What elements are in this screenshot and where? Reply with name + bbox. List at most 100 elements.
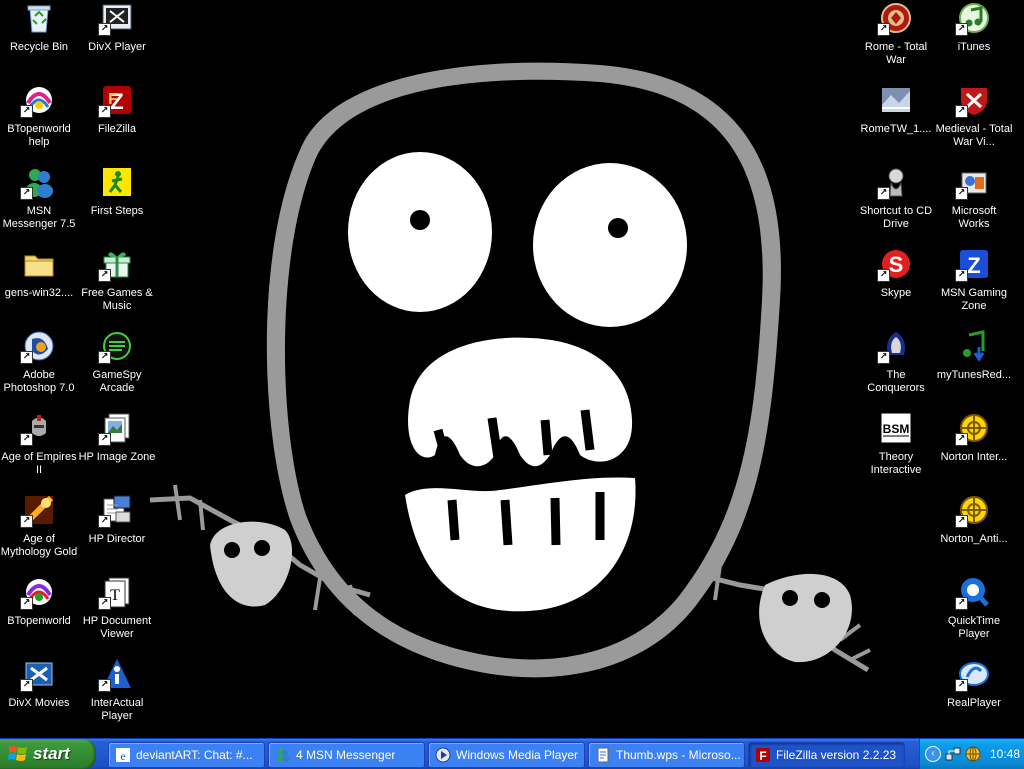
desktop-icon-label: Rome - Total War <box>864 41 928 66</box>
task-label: FileZilla version 2.2.23 <box>776 748 897 762</box>
clock[interactable]: 10:48 <box>990 747 1020 761</box>
svg-text:BSM: BSM <box>883 422 910 436</box>
msn-messenger-icon <box>275 747 291 763</box>
rometw-patch-icon <box>879 83 913 117</box>
desktop-icon-label: Medieval - Total War Vi... <box>935 123 1013 148</box>
network-icon[interactable] <box>945 746 961 762</box>
shortcut-arrow-icon: ↗ <box>955 23 968 36</box>
desktop-icon-filezilla[interactable]: Z F ↗ FileZilla <box>78 82 156 162</box>
works-doc-icon <box>595 747 611 763</box>
desktop-icon-microsoft-works[interactable]: ↗ Microsoft Works <box>935 164 1013 244</box>
desktop-icon-label: DivX Movies <box>8 697 70 709</box>
shortcut-arrow-icon: ↗ <box>955 187 968 200</box>
shortcut-arrow-icon: ↗ <box>955 269 968 282</box>
desktop-icon-norton-inter[interactable]: ↗ Norton Inter... <box>935 410 1013 490</box>
desktop-icon-medieval-total-war-vi[interactable]: ↗ Medieval - Total War Vi... <box>935 82 1013 162</box>
shortcut-arrow-icon: ↗ <box>955 515 968 528</box>
desktop-icon-label: Theory Interactive <box>870 451 922 476</box>
photoshop-icon: ↗ <box>20 329 56 364</box>
desktop-icon-age-of-empires-ii[interactable]: ↗ Age of Empires II <box>0 410 78 490</box>
shortcut-arrow-icon: ↗ <box>877 187 890 200</box>
show-hidden-icons-chevron-icon[interactable]: ‹ <box>925 746 941 762</box>
desktop-icon-quicktime-player[interactable]: ↗ QuickTime Player <box>935 574 1013 654</box>
desktop-icon-divx-movies[interactable]: ↗ DivX Movies <box>0 656 78 736</box>
desktop-icon-msn-gaming-zone[interactable]: Z ↗ MSN Gaming Zone <box>935 246 1013 326</box>
desktop-icon-rometw-1[interactable]: RomeTW_1.... <box>857 82 935 162</box>
desktop-icon-the-conquerors[interactable]: ↗ The Conquerors <box>857 328 935 408</box>
desktop-icon-hp-image-zone[interactable]: ↗ HP Image Zone <box>78 410 156 490</box>
desktop-icon-label: BTopenworld help <box>7 123 71 148</box>
desktop-icon-interactual-player[interactable]: ↗ InterActual Player <box>78 656 156 736</box>
first-steps-icon <box>100 165 134 199</box>
shortcut-arrow-icon: ↗ <box>955 679 968 692</box>
desktop-icon-realplayer[interactable]: ↗ RealPlayer <box>935 656 1013 736</box>
desktop-icon-theory-interactive[interactable]: BSM Theory Interactive <box>857 410 935 490</box>
globe-icon[interactable] <box>965 746 981 762</box>
btopenworld-icon: ↗ <box>20 575 56 610</box>
desktop-icon-label: QuickTime Player <box>947 615 1001 640</box>
hp-director-icon: ↗ <box>98 493 134 528</box>
desktop-icon-label: HP Director <box>88 533 146 545</box>
desktop-icon-gamespy-arcade[interactable]: ↗ GameSpy Arcade <box>78 328 156 408</box>
microsoft-works-icon: ↗ <box>955 165 991 200</box>
shortcut-arrow-icon: ↗ <box>20 105 33 118</box>
shortcut-arrow-icon: ↗ <box>955 105 968 118</box>
desktop-icon-label: MSN Messenger 7.5 <box>2 205 76 230</box>
desktop-icon-norton-anti[interactable]: ↗ Norton_Anti... <box>935 492 1013 572</box>
desktop-icon-label: First Steps <box>90 205 144 217</box>
norton-icon: ↗ <box>955 493 991 528</box>
age-of-empires-icon: ↗ <box>20 411 56 446</box>
desktop-icon-shortcut-to-cd-drive[interactable]: ↗ Shortcut to CD Drive <box>857 164 935 244</box>
desktop-icon-skype[interactable]: S ↗ Skype <box>857 246 935 326</box>
desktop-icon-free-games-music[interactable]: ↗ Free Games & Music <box>78 246 156 326</box>
desktop-icon-label: Age of Empires II <box>1 451 77 476</box>
shortcut-arrow-icon: ↗ <box>20 187 33 200</box>
desktop[interactable]: Recycle Bin ↗ BTopenworld help ↗ MSN Messeng… <box>0 0 1024 738</box>
bsm-icon: BSM <box>879 411 913 445</box>
system-tray: ‹ 10:48 <box>919 739 1024 769</box>
task-button-works-document[interactable]: Thumb.wps - Microso... <box>588 742 745 768</box>
age-of-mythology-icon: ↗ <box>20 493 56 528</box>
desktop-icon-gens-win32[interactable]: gens-win32.... <box>0 246 78 326</box>
desktop-icon-label: Shortcut to CD Drive <box>859 205 933 230</box>
folder-icon <box>22 247 56 281</box>
desktop-icon-label: Recycle Bin <box>9 41 69 53</box>
hp-image-zone-icon: ↗ <box>98 411 134 446</box>
desktop-icon-mytunesred[interactable]: myTunesRed... <box>935 328 1013 408</box>
shortcut-arrow-icon: ↗ <box>98 269 111 282</box>
desktop-icon-label: Norton_Anti... <box>940 533 1008 545</box>
task-label: deviantART: Chat: #... <box>136 748 253 762</box>
task-button-msn-messenger[interactable]: 4 MSN Messenger <box>268 742 425 768</box>
shortcut-arrow-icon: ↗ <box>98 105 111 118</box>
shortcut-arrow-icon: ↗ <box>877 23 890 36</box>
svg-text:F: F <box>759 749 766 763</box>
quicktime-icon: ↗ <box>955 575 991 610</box>
desktop-icon-btopenworld[interactable]: ↗ BTopenworld <box>0 574 78 654</box>
desktop-icon-hp-document-viewer[interactable]: T ↗ HP Document Viewer <box>78 574 156 654</box>
windows-logo-icon <box>8 746 27 761</box>
task-label: Windows Media Player <box>456 748 579 762</box>
desktop-icon-age-of-mythology-gold[interactable]: ↗ Age of Mythology Gold <box>0 492 78 572</box>
desktop-icon-itunes[interactable]: ↗ iTunes <box>935 0 1013 80</box>
skype-icon: S ↗ <box>877 247 913 282</box>
svg-text:e: e <box>120 749 125 763</box>
desktop-icon-rome-total-war[interactable]: ↗ Rome - Total War <box>857 0 935 80</box>
desktop-icon-label: HP Image Zone <box>78 451 156 463</box>
desktop-icon-label: Microsoft Works <box>951 205 997 230</box>
desktop-icon-label: BTopenworld <box>7 615 71 627</box>
desktop-icon-hp-director[interactable]: ↗ HP Director <box>78 492 156 572</box>
desktop-icon-btopenworld-help[interactable]: ↗ BTopenworld help <box>0 82 78 162</box>
desktop-icon-recycle-bin[interactable]: Recycle Bin <box>0 0 78 80</box>
desktop-icon-adobe-photoshop-7-0[interactable]: ↗ Adobe Photoshop 7.0 <box>0 328 78 408</box>
desktop-icon-label: The Conquerors <box>867 369 925 394</box>
task-button-deviantart[interactable]: e deviantART: Chat: #... <box>108 742 265 768</box>
task-button-media-player[interactable]: Windows Media Player <box>428 742 585 768</box>
filezilla-icon: F <box>755 747 771 763</box>
task-button-filezilla[interactable]: F FileZilla version 2.2.23 <box>748 742 905 768</box>
desktop-icon-msn-messenger-7-5[interactable]: ↗ MSN Messenger 7.5 <box>0 164 78 244</box>
desktop-icon-label: MSN Gaming Zone <box>940 287 1008 312</box>
desktop-icon-first-steps[interactable]: First Steps <box>78 164 156 244</box>
shortcut-arrow-icon: ↗ <box>877 351 890 364</box>
start-button[interactable]: start <box>0 739 96 769</box>
desktop-icon-divx-player[interactable]: ↗ DivX Player <box>78 0 156 80</box>
